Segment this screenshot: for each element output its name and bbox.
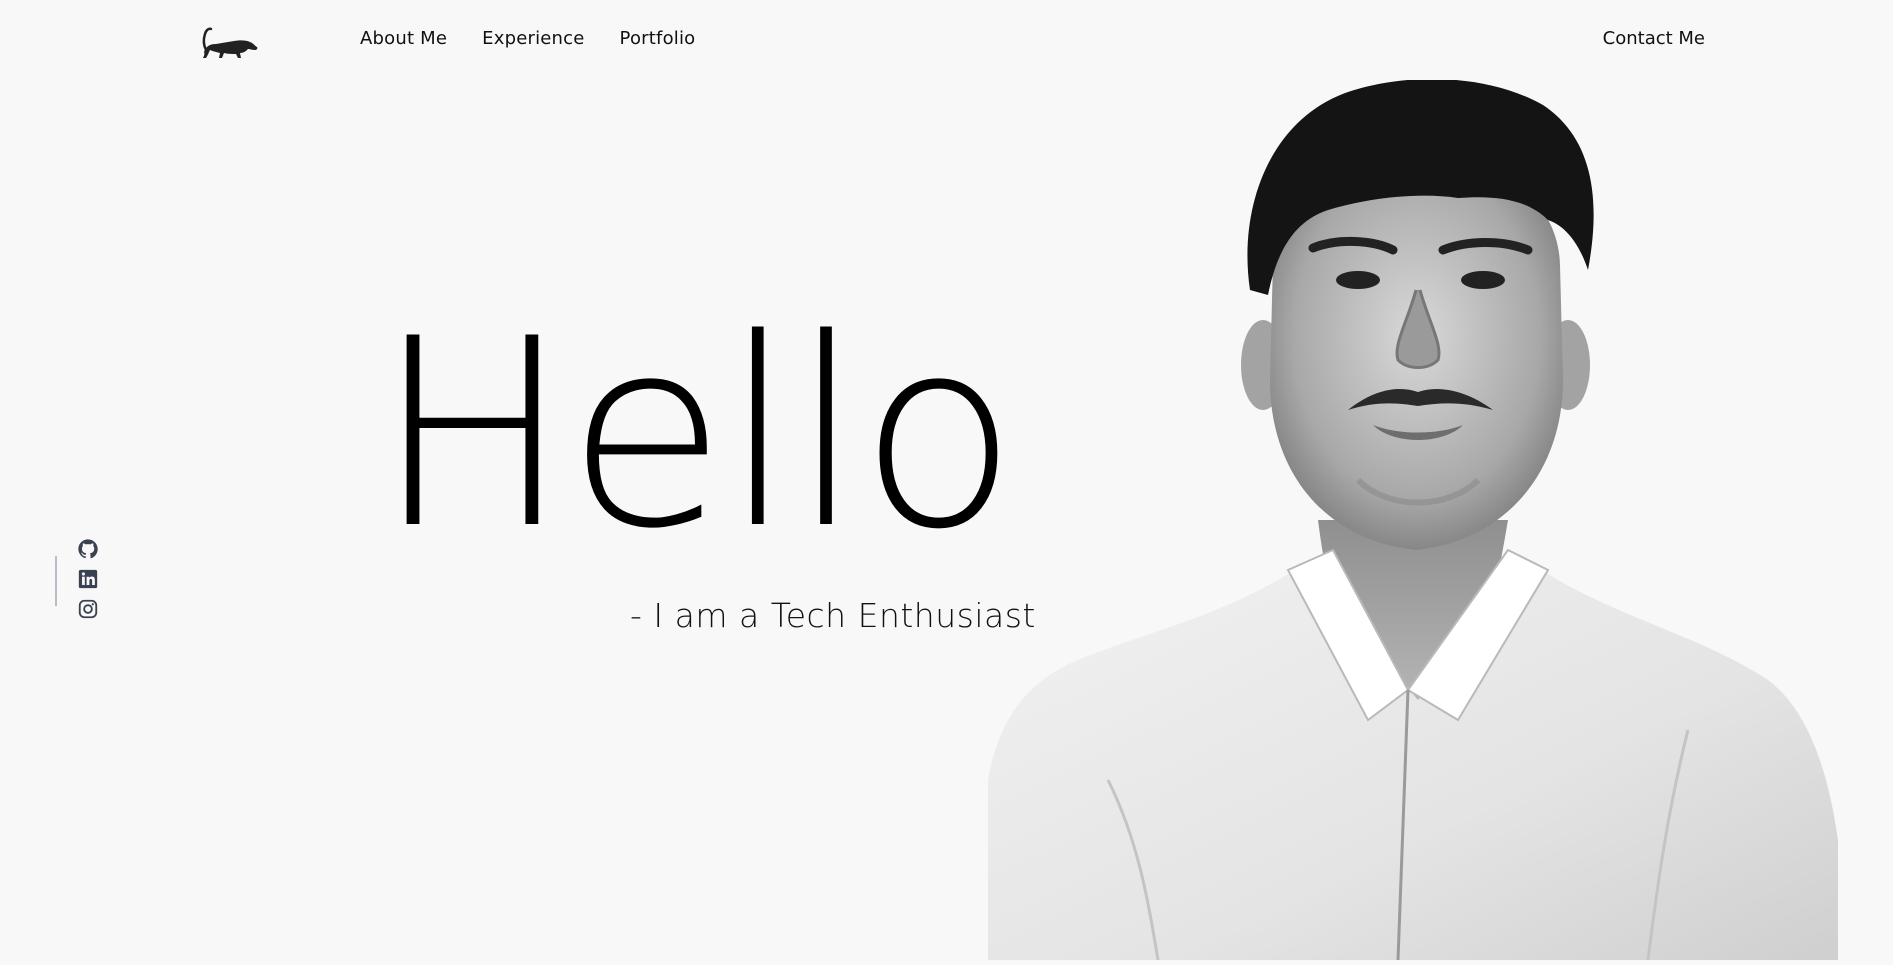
hero-tagline: - I am a Tech Enthusiast [630, 596, 1036, 635]
nav-experience[interactable]: Experience [482, 28, 584, 49]
hero-headline: Hello [375, 284, 1018, 586]
panther-logo-icon[interactable] [200, 20, 260, 60]
nav-portfolio[interactable]: Portfolio [620, 28, 696, 49]
profile-photo [988, 80, 1838, 960]
page: About Me Experience Portfolio Contact Me… [0, 0, 1893, 965]
nav-about-me[interactable]: About Me [360, 28, 447, 49]
linkedin-icon[interactable] [77, 568, 99, 590]
social-links [77, 538, 99, 620]
instagram-icon[interactable] [77, 598, 99, 620]
github-icon[interactable] [77, 538, 99, 560]
contact-me-link[interactable]: Contact Me [1603, 28, 1705, 49]
social-divider [55, 556, 57, 606]
main-nav: About Me Experience Portfolio [360, 28, 695, 49]
